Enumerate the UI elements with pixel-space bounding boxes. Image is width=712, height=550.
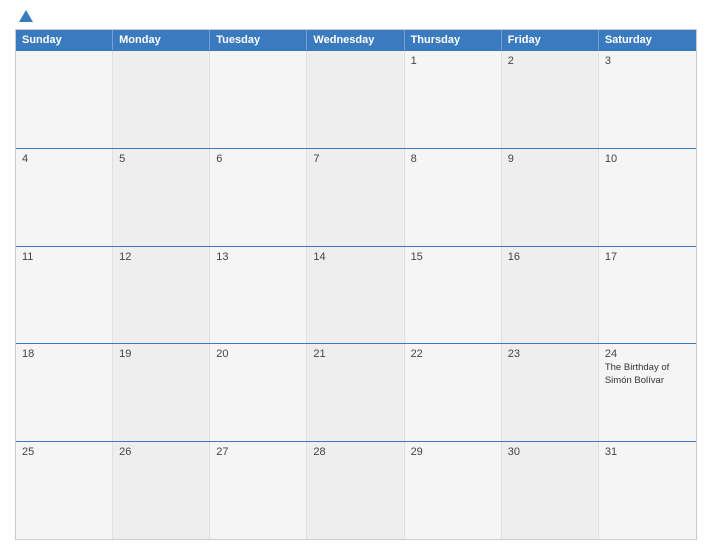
- calendar-cell: 27: [210, 442, 307, 539]
- calendar-cell: 9: [502, 149, 599, 246]
- calendar-cell: 5: [113, 149, 210, 246]
- calendar-cell: 29: [405, 442, 502, 539]
- day-of-week-header: Tuesday: [210, 30, 307, 50]
- day-number: 16: [508, 251, 592, 263]
- day-number: 26: [119, 446, 203, 458]
- calendar-cell: 30: [502, 442, 599, 539]
- calendar-cell: 18: [16, 344, 113, 441]
- day-of-week-header: Thursday: [405, 30, 502, 50]
- calendar-cell: 3: [599, 51, 696, 148]
- day-number: 8: [411, 153, 495, 165]
- calendar-cell: [16, 51, 113, 148]
- day-number: 25: [22, 446, 106, 458]
- day-number: 14: [313, 251, 397, 263]
- day-number: 7: [313, 153, 397, 165]
- calendar-cell: 16: [502, 247, 599, 344]
- day-number: 30: [508, 446, 592, 458]
- logo: [15, 10, 33, 23]
- calendar-cell: 12: [113, 247, 210, 344]
- day-number: 29: [411, 446, 495, 458]
- calendar-week-row: 18 19 20 21 22 23 24 The Birthday of Simón Bolí…: [16, 343, 696, 441]
- calendar-cell: 10: [599, 149, 696, 246]
- day-number: 22: [411, 348, 495, 360]
- calendar-cell: [307, 51, 404, 148]
- day-number: 10: [605, 153, 690, 165]
- calendar-body: 123456789101112131415161718192021222324T…: [16, 50, 696, 539]
- calendar-cell: [210, 51, 307, 148]
- day-number: 28: [313, 446, 397, 458]
- calendar-cell: 31: [599, 442, 696, 539]
- day-number: 15: [411, 251, 495, 263]
- calendar-cell: 25: [16, 442, 113, 539]
- calendar-cell: 17: [599, 247, 696, 344]
- calendar-week-row: 11 12 13 14 15 16 17: [16, 246, 696, 344]
- day-of-week-header: Friday: [502, 30, 599, 50]
- calendar-cell: 11: [16, 247, 113, 344]
- calendar-header-row: SundayMondayTuesdayWednesdayThursdayFrid…: [16, 30, 696, 50]
- day-number: 2: [508, 55, 592, 67]
- calendar-grid: SundayMondayTuesdayWednesdayThursdayFrid…: [15, 29, 697, 540]
- day-number: 17: [605, 251, 690, 263]
- day-number: 21: [313, 348, 397, 360]
- day-number: 24: [605, 348, 690, 360]
- logo-triangle-icon: [19, 10, 33, 22]
- day-of-week-header: Monday: [113, 30, 210, 50]
- day-number: 4: [22, 153, 106, 165]
- day-number: 9: [508, 153, 592, 165]
- calendar-cell: 22: [405, 344, 502, 441]
- calendar-cell: 2: [502, 51, 599, 148]
- day-number: 3: [605, 55, 690, 67]
- calendar-cell: [113, 51, 210, 148]
- calendar-cell: 1: [405, 51, 502, 148]
- day-number: 5: [119, 153, 203, 165]
- calendar-week-row: 25 26 27 28 29 30 31: [16, 441, 696, 539]
- day-number: 13: [216, 251, 300, 263]
- calendar-cell: 8: [405, 149, 502, 246]
- day-number: 23: [508, 348, 592, 360]
- calendar-cell: 15: [405, 247, 502, 344]
- calendar-week-row: 1 2 3: [16, 50, 696, 148]
- day-number: 27: [216, 446, 300, 458]
- calendar-cell: 13: [210, 247, 307, 344]
- day-number: 18: [22, 348, 106, 360]
- calendar-page: SundayMondayTuesdayWednesdayThursdayFrid…: [0, 0, 712, 550]
- calendar-week-row: 4 5 6 7 8 9 10: [16, 148, 696, 246]
- day-of-week-header: Wednesday: [307, 30, 404, 50]
- calendar-cell: 4: [16, 149, 113, 246]
- calendar-cell: 20: [210, 344, 307, 441]
- calendar-cell: 28: [307, 442, 404, 539]
- calendar-cell: 6: [210, 149, 307, 246]
- day-number: 31: [605, 446, 690, 458]
- day-number: 20: [216, 348, 300, 360]
- event-label: The Birthday of Simón Bolívar: [605, 362, 690, 387]
- calendar-cell: 23: [502, 344, 599, 441]
- header: [15, 10, 697, 23]
- calendar-cell: 21: [307, 344, 404, 441]
- day-number: 11: [22, 251, 106, 263]
- calendar-cell: 26: [113, 442, 210, 539]
- day-number: 6: [216, 153, 300, 165]
- calendar-cell: 7: [307, 149, 404, 246]
- calendar-cell: 24 The Birthday of Simón Bolívar: [599, 344, 696, 441]
- day-number: 1: [411, 55, 495, 67]
- day-of-week-header: Sunday: [16, 30, 113, 50]
- calendar-cell: 19: [113, 344, 210, 441]
- day-number: 12: [119, 251, 203, 263]
- calendar-cell: 14: [307, 247, 404, 344]
- day-of-week-header: Saturday: [599, 30, 696, 50]
- day-number: 19: [119, 348, 203, 360]
